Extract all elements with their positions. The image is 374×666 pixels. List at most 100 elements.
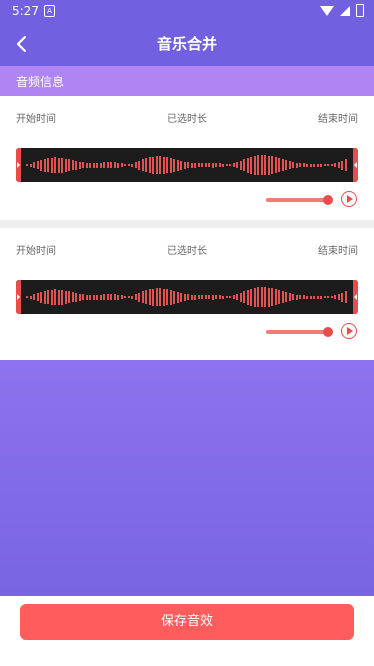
waveform-bar (334, 295, 336, 299)
waveform-bar (278, 290, 280, 304)
waveform-bar (274, 157, 277, 173)
volume-slider[interactable] (266, 195, 333, 205)
waveform-bar (120, 295, 123, 299)
waveform-bar (141, 159, 144, 171)
waveform-bar (274, 289, 277, 305)
waveform-bar (183, 293, 186, 301)
waveform-bar (246, 157, 249, 173)
waveform-bar (131, 163, 133, 167)
waveform-bar (236, 294, 238, 300)
divider (0, 220, 374, 228)
waveform-bar (309, 163, 312, 167)
volume-slider[interactable] (266, 327, 333, 337)
waveform-bar (89, 294, 91, 300)
volume-slider-thumb[interactable] (323, 327, 333, 337)
save-button[interactable]: 保存音效 (20, 604, 354, 640)
waveform-bar (40, 291, 42, 303)
end-time-label: 结束时间 (318, 114, 358, 125)
waveform-bar (166, 289, 168, 305)
waveform-bar (232, 163, 235, 167)
waveform-bar (204, 295, 207, 299)
notification-icon: A (44, 5, 55, 17)
waveform-bar (96, 294, 98, 300)
waveform[interactable] (16, 148, 358, 182)
waveform-bar (344, 291, 347, 303)
waveform-bar (173, 158, 175, 172)
selected-duration-label: 已选时长 (167, 246, 207, 257)
waveform-bar (246, 289, 249, 305)
waveform-bar (243, 159, 245, 171)
section-title: 音频信息 (16, 75, 65, 89)
waveform-bar (337, 162, 340, 168)
waveform-bar (131, 295, 133, 299)
waveform-bar (236, 162, 238, 168)
waveform-bar (309, 295, 312, 299)
waveform-bar (344, 159, 347, 171)
waveform-bar (197, 163, 200, 167)
waveform-bar (54, 157, 56, 173)
status-time: 5:27 (12, 4, 39, 18)
waveform-bar (239, 160, 242, 170)
waveform-bar (208, 295, 210, 299)
waveform-bar (127, 164, 130, 166)
waveform-bar (169, 157, 172, 173)
trim-handle-start[interactable] (16, 148, 21, 182)
play-icon[interactable] (341, 323, 357, 339)
waveform-bar (341, 160, 343, 170)
waveform-bar (253, 287, 256, 307)
waveform-bar (43, 158, 46, 172)
waveform-bar (82, 294, 84, 300)
waveform-bar (152, 288, 154, 306)
play-icon[interactable] (341, 191, 357, 207)
waveform-bar (229, 296, 231, 298)
waveform-bar (201, 163, 203, 167)
waveform-bar (292, 294, 294, 300)
trim-handle-end[interactable] (353, 280, 358, 314)
waveform-bar (78, 293, 81, 301)
signal-icon (340, 5, 350, 16)
waveform-bar (117, 294, 119, 300)
waveform-bar (250, 156, 252, 174)
selected-duration-label: 已选时长 (167, 114, 207, 125)
waveform-bar (47, 290, 49, 304)
audio-track-1: 开始时间 已选时长 结束时间 (0, 96, 374, 220)
waveform-bar (145, 158, 147, 172)
waveform-bar (281, 159, 284, 171)
background-area (0, 360, 374, 596)
waveform-bar (218, 295, 221, 299)
waveform-bar (306, 295, 308, 299)
waveform-bar (57, 157, 60, 173)
trim-handle-end[interactable] (353, 148, 358, 182)
waveform-bar (320, 295, 322, 299)
trim-handle-start[interactable] (16, 280, 21, 314)
waveform-bar (99, 294, 102, 300)
waveform-bar (306, 163, 308, 167)
waveform-bar (341, 292, 343, 302)
waveform-bar (222, 163, 224, 167)
status-bar: 5:27 A (0, 0, 374, 22)
waveform-bar (299, 295, 301, 299)
waveform-bar (85, 162, 88, 168)
waveform-bar (288, 161, 291, 169)
waveform-bar (232, 295, 235, 299)
waveform-bar (264, 287, 266, 307)
waveform-bar (110, 294, 112, 300)
waveform-bar (162, 288, 165, 306)
waveform-bar (85, 294, 88, 300)
waveform-bar (29, 295, 32, 299)
waveform-bar (222, 295, 224, 299)
waveform-bar (194, 162, 196, 168)
waveform-bar (180, 160, 182, 170)
waveform-bar (302, 163, 305, 167)
waveform-bar (50, 157, 53, 173)
waveform[interactable] (16, 280, 358, 314)
waveform-bar (68, 159, 70, 171)
waveform-bar (47, 158, 49, 172)
waveform-bar (134, 294, 137, 300)
volume-slider-thumb[interactable] (323, 195, 333, 205)
waveform-bar (190, 162, 193, 168)
waveform-bar (211, 294, 214, 300)
waveform-bar (57, 289, 60, 305)
waveform-bar (36, 293, 39, 301)
waveform-bar (64, 158, 67, 172)
